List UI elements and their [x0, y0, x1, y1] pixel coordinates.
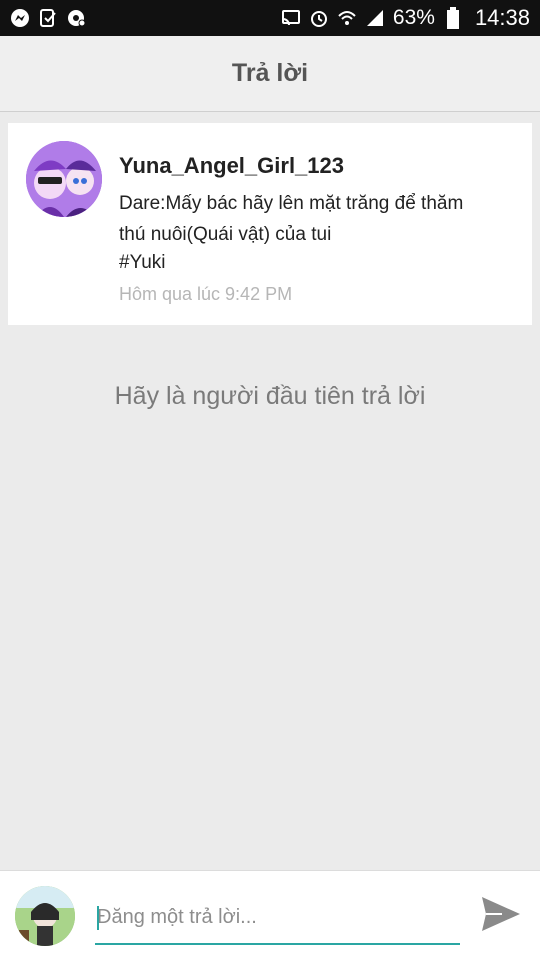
- post-body-line-1: Dare:Mấy bác hãy lên mặt trăng để thăm: [119, 193, 464, 214]
- clock: 14:38: [474, 5, 530, 30]
- alarm-icon: [309, 8, 329, 28]
- author-avatar[interactable]: [26, 141, 102, 217]
- notification-check-icon: [38, 8, 58, 28]
- status-bar: 63% 14:38: [0, 0, 540, 36]
- send-button[interactable]: [478, 895, 524, 937]
- battery-percent: 63%: [392, 6, 435, 29]
- reply-bar: [0, 870, 540, 960]
- battery-icon: [443, 7, 463, 29]
- page-title: Trả lời: [231, 59, 309, 87]
- cast-icon: [281, 8, 301, 28]
- current-user-avatar[interactable]: [15, 886, 75, 946]
- post-body: Dare:Mấy bác hãy lên mặt trăng để thăm t…: [119, 188, 519, 250]
- post-card[interactable]: Yuna_Angel_Girl_123 Dare:Mấy bác hãy lên…: [8, 123, 532, 325]
- app-header: Trả lời: [0, 36, 540, 112]
- chrome-like-icon: [66, 8, 86, 28]
- post-timestamp: Hôm qua lúc 9:42 PM: [119, 284, 293, 304]
- send-icon: [480, 895, 522, 938]
- reply-input[interactable]: [95, 899, 460, 945]
- wifi-icon: [337, 8, 357, 28]
- empty-replies-message: Hãy là người đầu tiên trả lời: [114, 382, 426, 410]
- status-left-icons: [10, 8, 86, 28]
- status-right-icons: 63% 14:38: [281, 5, 530, 31]
- messenger-icon: [10, 8, 30, 28]
- post-author[interactable]: Yuna_Angel_Girl_123: [119, 153, 344, 179]
- post-body-line-2: thú nuôi(Quái vật) của tui: [119, 224, 332, 245]
- signal-icon: [365, 8, 385, 28]
- text-cursor: [97, 906, 99, 930]
- post-hashtag[interactable]: #Yuki: [119, 252, 165, 274]
